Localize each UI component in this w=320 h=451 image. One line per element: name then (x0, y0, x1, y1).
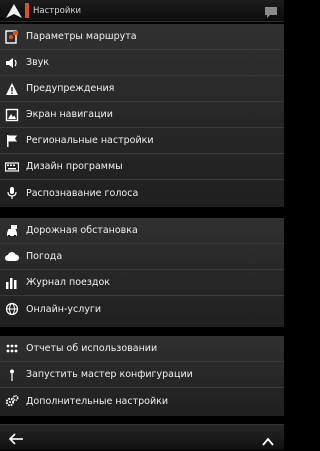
settings-group-2: Дорожная обстановка Погода Журнал поездо… (0, 218, 284, 327)
gears-icon (5, 394, 19, 408)
menu-item-label: Дизайн программы (26, 161, 123, 172)
route-options-icon (5, 29, 19, 44)
menu-item-config-wizard[interactable]: Запустить мастер конфигурации (0, 362, 284, 388)
menu-item-label: Экран навигации (26, 109, 113, 120)
menu-item-label: Погода (26, 251, 63, 262)
menu-item-label: Региональные настройки (26, 135, 154, 146)
menu-item-label: Дорожная обстановка (26, 225, 138, 236)
header-bar: Настройки (0, 0, 284, 22)
menu-item-advanced-settings[interactable]: Дополнительные настройки (0, 388, 284, 414)
menu-item-label: Дополнительные настройки (26, 395, 169, 407)
map-screen-icon (5, 108, 19, 122)
menu-item-route-options[interactable]: Параметры маршрута (0, 24, 284, 50)
menu-item-regional-settings[interactable]: Региональные настройки (0, 128, 284, 154)
menu-item-voice-recognition[interactable]: Распознавание голоса (0, 180, 284, 206)
menu-item-label: Звук (26, 57, 50, 68)
menu-item-label: Предупреждения (26, 83, 115, 94)
menu-item-label: Параметры маршрута (26, 31, 137, 42)
menu-item-label: Журнал поездок (26, 277, 111, 288)
menu-item-online-services[interactable]: Онлайн-услуги (0, 296, 284, 322)
bar-chart-icon (5, 276, 19, 290)
navigation-arrow-icon[interactable] (4, 3, 24, 19)
settings-group-1: Параметры маршрута Звук Предупреждения Э… (0, 24, 284, 207)
menu-item-app-design[interactable]: Дизайн программы (0, 154, 284, 180)
accent-bar (25, 3, 29, 18)
menu-item-sound[interactable]: Звук (0, 50, 284, 76)
menu-item-warnings[interactable]: Предупреждения (0, 76, 284, 102)
pin-icon (5, 368, 19, 382)
back-arrow-icon[interactable] (8, 431, 24, 445)
menu-item-navigation-screen[interactable]: Экран навигации (0, 102, 284, 128)
traffic-car-icon (5, 224, 19, 238)
menu-item-label: Онлайн-услуги (26, 303, 102, 315)
warning-icon (5, 82, 19, 96)
microphone-icon (5, 186, 19, 200)
menu-item-label: Отчеты об использовании (26, 343, 158, 354)
menu-item-label: Распознавание голоса (26, 187, 139, 199)
menu-item-weather[interactable]: Погода (0, 244, 284, 270)
speaker-icon (5, 56, 19, 70)
footer-bar (0, 424, 284, 450)
cloud-icon (5, 250, 19, 264)
flag-icon (5, 134, 19, 148)
menu-item-trip-log[interactable]: Журнал поездок (0, 270, 284, 296)
settings-group-3: Отчеты об использовании Запустить мастер… (0, 336, 284, 416)
menu-item-usage-reports[interactable]: Отчеты об использовании (0, 336, 284, 362)
keyboard-icon (5, 160, 19, 174)
chevron-up-icon[interactable] (261, 432, 275, 446)
menu-item-label: Запустить мастер конфигурации (26, 369, 193, 380)
menu-item-traffic[interactable]: Дорожная обстановка (0, 218, 284, 244)
dots-grid-icon (5, 342, 19, 356)
chat-bubble-icon[interactable] (264, 4, 278, 18)
globe-icon (5, 302, 19, 316)
page-title: Настройки (33, 6, 82, 16)
